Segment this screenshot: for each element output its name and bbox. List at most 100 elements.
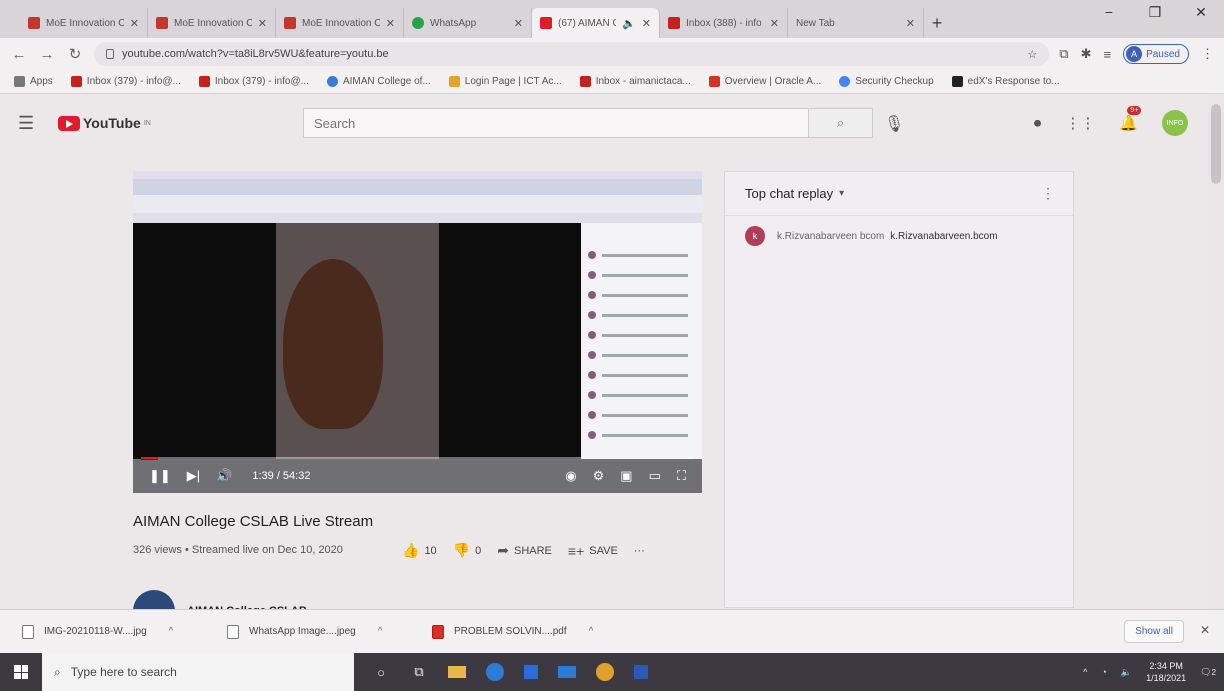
- apps-grid-icon[interactable]: ⋮⋮: [1065, 114, 1095, 132]
- address-bar[interactable]: youtube.com/watch?v=ta8iL8rv5WU&feature=…: [94, 42, 1050, 66]
- video-controls: ❚❚ ▶| 🔊 1:39 / 54:32 ◉ ⚙ ▣ ▭ ⛶: [133, 459, 702, 493]
- menu-dots-icon[interactable]: ⋮: [1201, 46, 1214, 62]
- video-screen-tabs: [133, 179, 702, 195]
- close-window-icon[interactable]: ✕: [1178, 4, 1224, 21]
- bookmark-item[interactable]: Overview | Oracle A...: [708, 76, 821, 87]
- create-video-icon[interactable]: ⏺: [1034, 115, 1042, 132]
- bookmark-item[interactable]: Apps: [14, 76, 53, 87]
- scrollbar-thumb[interactable]: [1211, 104, 1221, 184]
- chat-header[interactable]: Top chat replay ▾ ⋮: [725, 172, 1073, 216]
- fullscreen-icon[interactable]: ⛶: [677, 468, 686, 484]
- back-icon[interactable]: ←: [10, 46, 28, 63]
- close-icon[interactable]: ✕: [770, 17, 779, 30]
- browser-tab[interactable]: MoE Innovation Ce ✕: [148, 8, 276, 38]
- browser-tab-active[interactable]: (67) AIMAN C 🔈 ✕: [532, 8, 660, 38]
- audio-icon[interactable]: 🔈: [622, 17, 636, 30]
- video-player[interactable]: ❚❚ ▶| 🔊 1:39 / 54:32 ◉ ⚙ ▣ ▭ ⛶: [133, 171, 702, 493]
- browser-tab[interactable]: MoE Innovation Ce ✕: [276, 8, 404, 38]
- close-icon[interactable]: ✕: [514, 17, 523, 30]
- download-item[interactable]: IMG-20210118-W....jpg ^: [22, 624, 227, 639]
- volume-icon[interactable]: 🔊: [216, 468, 232, 484]
- dislike-button[interactable]: 👎 0: [453, 542, 482, 559]
- close-icon[interactable]: ✕: [258, 17, 267, 30]
- edge-icon[interactable]: [486, 663, 504, 681]
- reading-list-icon[interactable]: ≡: [1103, 47, 1111, 62]
- hamburger-menu-icon[interactable]: ☰: [18, 113, 48, 134]
- forward-icon[interactable]: →: [38, 46, 56, 63]
- gmail-icon: [70, 76, 82, 87]
- bookmark-item[interactable]: Inbox (379) - info@...: [70, 76, 181, 87]
- tray-chevron-up-icon[interactable]: ^: [1083, 667, 1087, 677]
- share-button[interactable]: ➦ SHARE: [497, 542, 552, 559]
- settings-gear-icon[interactable]: ⚙: [593, 468, 605, 484]
- start-button[interactable]: [0, 653, 42, 691]
- chevron-up-icon[interactable]: ^: [378, 626, 383, 637]
- lock-icon: [106, 49, 114, 59]
- show-all-downloads-button[interactable]: Show all: [1124, 620, 1184, 643]
- extension-icon[interactable]: ⧉: [1059, 46, 1068, 62]
- chevron-up-icon[interactable]: ^: [169, 626, 174, 637]
- browser-tab[interactable]: WhatsApp ✕: [404, 8, 532, 38]
- store-icon[interactable]: [524, 665, 538, 679]
- more-actions-icon[interactable]: ···: [634, 545, 645, 557]
- user-avatar[interactable]: INFO: [1162, 110, 1188, 136]
- chat-author[interactable]: k.Rizvanabarveen bcom: [777, 231, 884, 242]
- miniplayer-icon[interactable]: ▣: [620, 468, 632, 484]
- download-item[interactable]: PROBLEM SOLVIN....pdf ^: [432, 624, 637, 639]
- next-icon[interactable]: ▶|: [187, 468, 200, 484]
- url-text: youtube.com/watch?v=ta8iL8rv5WU&feature=…: [122, 48, 389, 60]
- theater-mode-icon[interactable]: ▭: [649, 468, 661, 484]
- close-icon[interactable]: ✕: [130, 17, 139, 30]
- close-icon[interactable]: ✕: [1200, 623, 1210, 637]
- bookmark-item[interactable]: Inbox - aimanictaca...: [579, 76, 691, 87]
- file-explorer-icon[interactable]: [448, 666, 466, 678]
- close-icon[interactable]: ✕: [906, 17, 915, 30]
- like-button[interactable]: 👍 10: [402, 542, 437, 559]
- pause-icon[interactable]: ❚❚: [149, 468, 171, 484]
- page-icon: [448, 76, 460, 87]
- bell-icon[interactable]: 🔔 9+: [1119, 106, 1142, 132]
- pdf-file-icon: [432, 624, 444, 639]
- volume-icon[interactable]: 🔈: [1121, 667, 1132, 678]
- bookmark-item[interactable]: Security Checkup: [839, 76, 934, 87]
- microphone-icon[interactable]: 🎙: [884, 114, 904, 134]
- word-icon[interactable]: [634, 665, 648, 679]
- chrome-icon[interactable]: [596, 663, 614, 681]
- search-input[interactable]: [303, 108, 809, 138]
- bookmark-item[interactable]: edX's Response to...: [951, 76, 1060, 87]
- extensions-puzzle-icon[interactable]: ✱: [1081, 46, 1092, 62]
- restore-icon[interactable]: ❐: [1132, 4, 1178, 21]
- participant-row: [588, 391, 688, 399]
- chat-text: k.Rizvanabarveen.bcom: [890, 230, 998, 242]
- youtube-logo[interactable]: YouTube IN: [58, 115, 151, 131]
- browser-tab[interactable]: MoE Innovation Ce ✕: [20, 8, 148, 38]
- mail-icon[interactable]: [558, 666, 576, 678]
- clock[interactable]: 2:34 PM 1/18/2021: [1146, 660, 1186, 684]
- save-button[interactable]: ≡+ SAVE: [568, 543, 618, 559]
- close-icon[interactable]: ✕: [642, 17, 651, 30]
- network-icon[interactable]: ◔: [1101, 667, 1106, 677]
- bookmark-item[interactable]: Login Page | ICT Ac...: [448, 76, 562, 87]
- profile-button[interactable]: A Paused: [1123, 44, 1189, 64]
- bookmark-item[interactable]: AIMAN College of...: [326, 76, 431, 87]
- taskbar-search[interactable]: ⌕ Type here to search: [42, 653, 354, 691]
- browser-tab[interactable]: New Tab ✕: [788, 8, 924, 38]
- page-scrollbar[interactable]: [1208, 94, 1224, 609]
- download-item[interactable]: WhatsApp Image....jpeg ^: [227, 624, 432, 639]
- search-button[interactable]: ⌕: [809, 108, 873, 138]
- reload-icon[interactable]: ↻: [66, 45, 84, 63]
- chat-more-icon[interactable]: ⋮: [1041, 185, 1055, 202]
- browser-tab[interactable]: Inbox (388) - info ✕: [660, 8, 788, 38]
- close-icon[interactable]: ✕: [386, 17, 395, 30]
- task-view-icon[interactable]: ⧉: [410, 663, 428, 681]
- tab-favicon: [156, 17, 168, 29]
- live-chat-panel: Top chat replay ▾ ⋮ k k.Rizvanabarveen b…: [724, 171, 1074, 608]
- new-tab-button[interactable]: +: [924, 8, 950, 38]
- autoplay-toggle[interactable]: ◉: [565, 468, 576, 484]
- chevron-up-icon[interactable]: ^: [589, 626, 594, 637]
- notifications-icon[interactable]: 🗨2: [1200, 667, 1216, 678]
- minimize-icon[interactable]: −: [1086, 4, 1132, 21]
- bookmark-star-icon[interactable]: ☆: [1027, 48, 1037, 61]
- bookmark-item[interactable]: Inbox (379) - info@...: [198, 76, 309, 87]
- cortana-icon[interactable]: ○: [372, 663, 390, 681]
